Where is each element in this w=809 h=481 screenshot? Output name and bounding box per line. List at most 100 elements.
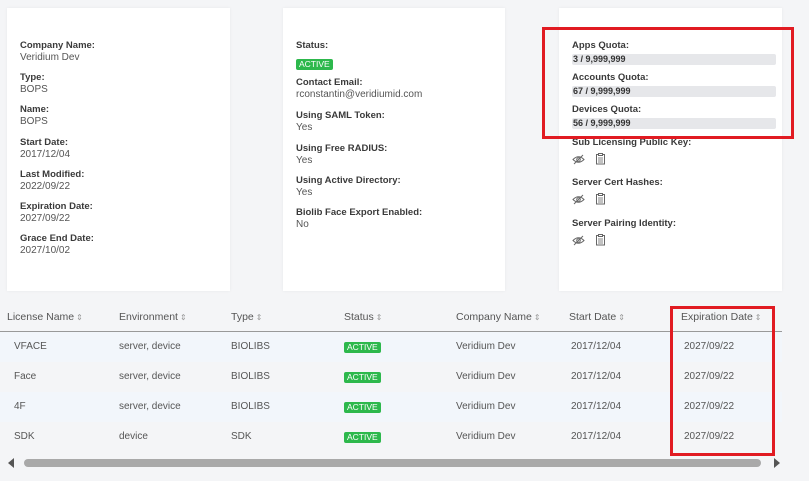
cell-start-date: 2017/12/04 [571,401,622,412]
copy-icon[interactable] [595,153,606,165]
public-key-label: Sub Licensing Public Key: [572,137,692,148]
last-modified-value: 2022/09/22 [20,181,71,192]
status-badge: ACTIVE [344,372,381,383]
license-settings-card: Status: ACTIVE Contact Email: rconstanti… [283,8,505,291]
scroll-right-arrow-icon[interactable] [774,458,780,468]
type-value: BOPS [20,84,48,95]
table-row[interactable]: VFACE server, device BIOLIBS ACTIVE Veri… [0,332,782,362]
cell-status: ACTIVE [344,372,381,383]
cell-start-date: 2017/12/04 [571,341,622,352]
table-row[interactable]: SDK device SDK ACTIVE Veridium Dev 2017/… [0,422,782,452]
grace-end-date-field: Grace End Date: 2027/10/02 [20,233,94,257]
cell-company-name: Veridium Dev [456,431,516,442]
status-badge: ACTIVE [344,402,381,413]
start-date-label: Start Date: [20,137,69,148]
cell-start-date: 2017/12/04 [571,431,622,442]
cell-expiration-date: 2027/09/22 [684,401,735,412]
cell-license-name: SDK [14,431,35,442]
accounts-quota-field: Accounts Quota: 67 / 9,999,999 [572,72,776,97]
cell-type: BIOLIBS [231,341,270,352]
company-name-value: Veridium Dev [20,52,80,63]
cell-status: ACTIVE [344,402,381,413]
pairing-identity-field: Server Pairing Identity: [572,218,676,246]
apps-quota-field: Apps Quota: 3 / 9,999,999 [572,40,776,65]
name-field: Name: BOPS [20,104,49,128]
active-directory-value: Yes [296,187,313,198]
cell-environment: server, device [119,401,181,412]
column-header-license-name[interactable]: License Name ⇕ [7,311,83,323]
saml-token-value: Yes [296,122,313,133]
pairing-identity-label: Server Pairing Identity: [572,218,677,229]
cert-hashes-label: Server Cert Hashes: [572,177,663,188]
cell-environment: server, device [119,371,181,382]
face-export-value: No [296,219,309,230]
last-modified-label: Last Modified: [20,169,85,180]
column-header-expiration-date[interactable]: Expiration Date ⇕ [681,311,762,323]
grace-end-date-value: 2027/10/02 [20,245,71,256]
copy-icon[interactable] [595,193,606,205]
status-label: Status: [296,40,329,51]
cell-expiration-date: 2027/09/22 [684,341,735,352]
scrollbar-thumb[interactable] [24,459,761,467]
cell-type: BIOLIBS [231,401,270,412]
scroll-left-arrow-icon[interactable] [8,458,14,468]
public-key-field: Sub Licensing Public Key: [572,137,691,165]
face-export-field: Biolib Face Export Enabled: No [296,207,422,231]
cell-license-name: VFACE [14,341,47,352]
cell-license-name: Face [14,371,37,382]
active-directory-label: Using Active Directory: [296,175,401,186]
table-row[interactable]: 4F server, device BIOLIBS ACTIVE Veridiu… [0,392,782,422]
devices-quota-bar: 56 / 9,999,999 [572,118,776,129]
name-label: Name: [20,104,50,115]
copy-icon[interactable] [595,234,606,246]
apps-quota-bar: 3 / 9,999,999 [572,54,776,65]
active-directory-field: Using Active Directory: Yes [296,175,401,199]
horizontal-scrollbar[interactable] [8,457,780,469]
eye-slash-icon[interactable] [572,154,585,165]
column-header-type[interactable]: Type ⇕ [231,311,262,323]
face-export-label: Biolib Face Export Enabled: [296,207,423,218]
devices-quota-value: 56 / 9,999,999 [573,118,631,128]
status-badge: ACTIVE [344,342,381,353]
cell-expiration-date: 2027/09/22 [684,431,735,442]
status-badge: ACTIVE [296,59,333,70]
expiration-date-value: 2027/09/22 [20,213,71,224]
start-date-value: 2017/12/04 [20,149,71,160]
column-header-status[interactable]: Status ⇕ [344,311,382,323]
column-header-start-date[interactable]: Start Date ⇕ [569,311,625,323]
apps-quota-label: Apps Quota: [572,40,629,51]
free-radius-value: Yes [296,155,313,166]
status-badge: ACTIVE [344,432,381,443]
grace-end-date-label: Grace End Date: [20,233,94,244]
contact-email-label: Contact Email: [296,77,363,88]
eye-slash-icon[interactable] [572,194,585,205]
cell-company-name: Veridium Dev [456,371,516,382]
accounts-quota-value: 67 / 9,999,999 [573,86,631,96]
status-field: Status: ACTIVE [296,40,333,72]
license-info-card: Company Name: Veridium Dev Type: BOPS Na… [7,8,230,291]
cell-type: SDK [231,431,252,442]
table-header: License Name ⇕ Environment ⇕ Type ⇕ Status ⇕… [0,303,782,332]
saml-token-label: Using SAML Token: [296,110,385,121]
column-header-company-name[interactable]: Company Name ⇕ [456,311,541,323]
cell-status: ACTIVE [344,342,381,353]
cell-environment: server, device [119,341,181,352]
name-value: BOPS [20,116,48,127]
accounts-quota-bar: 67 / 9,999,999 [572,86,776,97]
cell-type: BIOLIBS [231,371,270,382]
cell-license-name: 4F [14,401,26,412]
column-header-environment[interactable]: Environment ⇕ [119,311,187,323]
contact-email-value: rconstantin@veridiumid.com [296,89,423,100]
devices-quota-field: Devices Quota: 56 / 9,999,999 [572,104,776,129]
table-row[interactable]: Face server, device BIOLIBS ACTIVE Verid… [0,362,782,392]
contact-email-field: Contact Email: rconstantin@veridiumid.co… [296,77,422,101]
cell-start-date: 2017/12/04 [571,371,622,382]
last-modified-field: Last Modified: 2022/09/22 [20,169,84,193]
expiration-date-label: Expiration Date: [20,201,93,212]
type-field: Type: BOPS [20,72,48,96]
cell-company-name: Veridium Dev [456,401,516,412]
eye-slash-icon[interactable] [572,235,585,246]
cert-hashes-field: Server Cert Hashes: [572,177,663,205]
quotas-card: Apps Quota: 3 / 9,999,999 Accounts Quota… [559,8,782,291]
free-radius-field: Using Free RADIUS: Yes [296,143,387,167]
